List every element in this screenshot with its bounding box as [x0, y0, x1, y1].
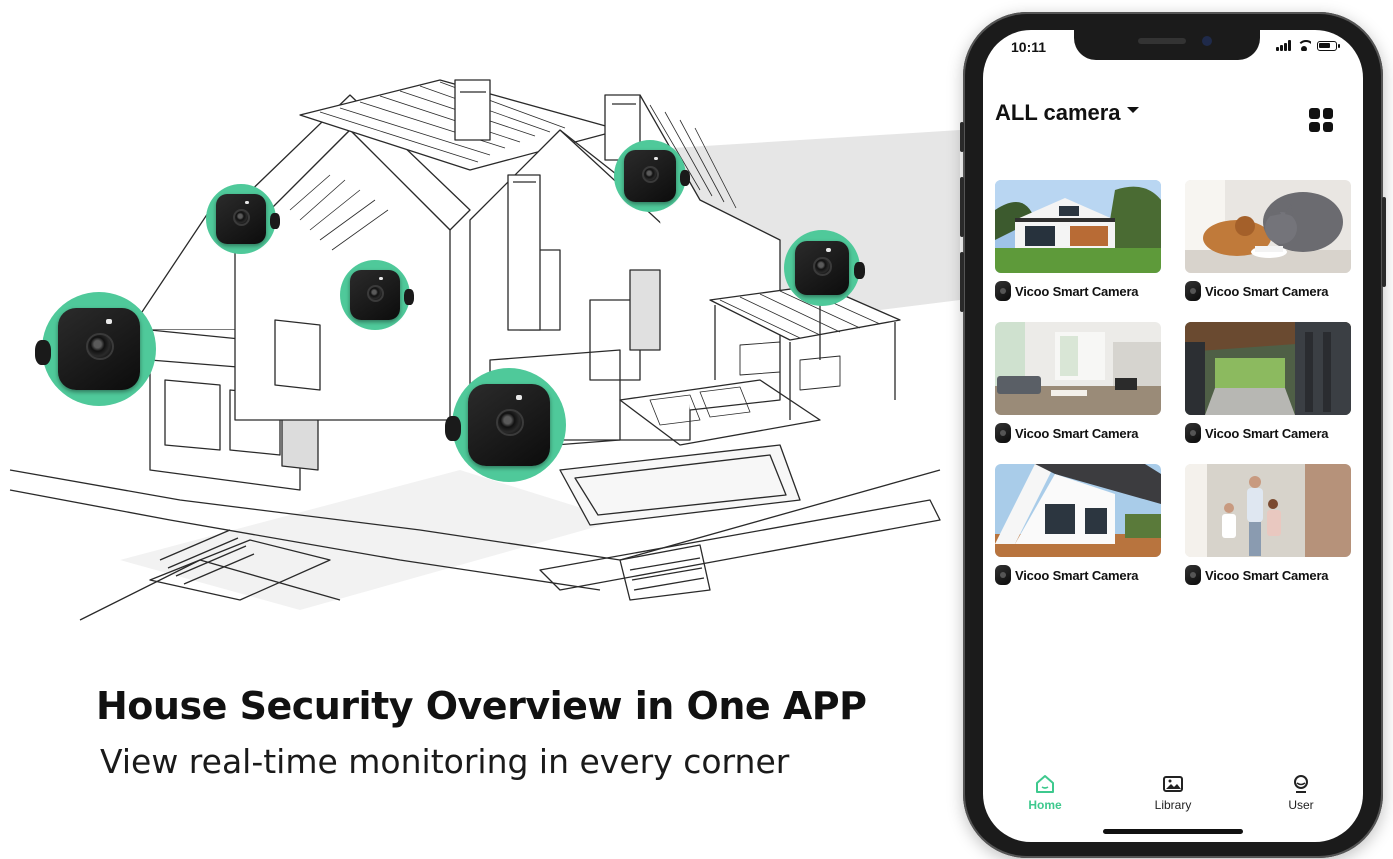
image-icon — [1162, 774, 1184, 794]
camera-icon — [1185, 565, 1201, 585]
camera-thumbnail-house — [995, 180, 1161, 273]
camera-name: Vicoo Smart Camera — [1205, 567, 1329, 583]
camera-thumbnail-patio — [1185, 322, 1351, 415]
camera-badge-left — [35, 292, 156, 406]
camera-badge-upper-right — [614, 140, 691, 212]
camera-icon — [995, 281, 1011, 301]
subline: View real-time monitoring in every corne… — [100, 742, 790, 781]
page-title: ALL camera — [995, 100, 1121, 125]
camera-card[interactable]: Vicoo Smart Camera — [1185, 464, 1351, 585]
camera-badge-center — [340, 260, 415, 330]
camera-icon — [995, 423, 1011, 443]
camera-thumbnail-a-frame — [995, 464, 1161, 557]
tab-library[interactable]: Library — [1133, 774, 1213, 812]
camera-card[interactable]: Vicoo Smart Camera — [995, 464, 1161, 585]
grid-view-icon[interactable] — [1309, 108, 1333, 132]
camera-thumbnail-pets — [1185, 180, 1351, 273]
camera-grid: Vicoo Smart Camera Vicoo Smart Camera Vi… — [995, 180, 1351, 585]
app-screen: 10:11 ALL camera Vicoo Smart Camera Vico… — [983, 30, 1363, 842]
tab-user[interactable]: User — [1261, 774, 1341, 812]
tab-label: Library — [1154, 798, 1192, 812]
camera-name: Vicoo Smart Camera — [1015, 283, 1139, 299]
camera-name: Vicoo Smart Camera — [1015, 567, 1139, 583]
camera-card[interactable]: Vicoo Smart Camera — [995, 180, 1161, 301]
phone-notch — [1074, 30, 1260, 60]
phone-frame: 10:11 ALL camera Vicoo Smart Camera Vico… — [960, 12, 1386, 858]
camera-thumbnail-family — [1185, 464, 1351, 557]
home-icon — [1034, 774, 1056, 794]
bottom-tab-bar: Home Library User — [983, 760, 1363, 842]
camera-icon — [1185, 281, 1201, 301]
camera-icon — [995, 565, 1011, 585]
camera-filter-dropdown[interactable]: ALL camera — [995, 100, 1139, 126]
caret-down-icon — [1126, 107, 1139, 113]
camera-name: Vicoo Smart Camera — [1205, 425, 1329, 441]
home-indicator[interactable] — [1103, 829, 1243, 834]
battery-icon — [1317, 40, 1340, 51]
tab-label: User — [1288, 798, 1314, 812]
camera-card[interactable]: Vicoo Smart Camera — [1185, 322, 1351, 443]
wifi-icon — [1297, 40, 1311, 51]
user-icon — [1290, 774, 1312, 794]
headline: House Security Overview in One APP — [96, 684, 867, 728]
camera-name: Vicoo Smart Camera — [1205, 283, 1329, 299]
status-icons — [1276, 40, 1340, 51]
camera-card[interactable]: Vicoo Smart Camera — [1185, 180, 1351, 301]
tab-label: Home — [1028, 798, 1062, 812]
camera-badge-front — [445, 368, 566, 482]
tab-home[interactable]: Home — [1005, 774, 1085, 812]
camera-thumbnail-living-room — [995, 322, 1161, 415]
camera-card[interactable]: Vicoo Smart Camera — [995, 322, 1161, 443]
status-time: 10:11 — [1011, 39, 1047, 55]
camera-name: Vicoo Smart Camera — [1015, 425, 1139, 441]
camera-badge-upper-left — [206, 184, 281, 254]
camera-badge-right — [784, 230, 865, 306]
camera-icon — [1185, 423, 1201, 443]
signal-icon — [1276, 40, 1291, 51]
